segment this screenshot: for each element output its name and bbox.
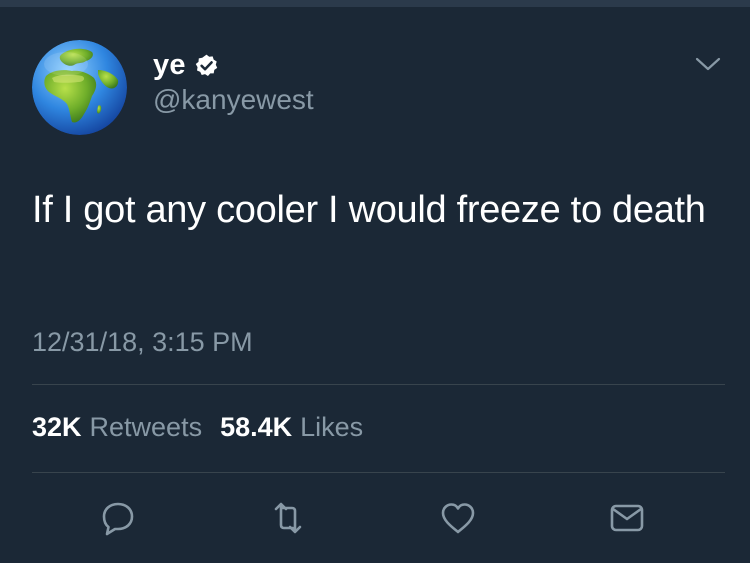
username-handle[interactable]: @kanyewest [153, 84, 314, 116]
avatar[interactable] [32, 40, 127, 135]
reply-icon [102, 502, 134, 536]
retweet-label: Retweets [89, 412, 203, 442]
direct-message-button[interactable] [607, 498, 647, 538]
top-bar [0, 0, 750, 7]
retweet-button[interactable] [268, 498, 308, 538]
heart-icon [441, 503, 475, 534]
like-label: Likes [300, 412, 364, 442]
display-name[interactable]: ye [153, 49, 186, 82]
verified-badge-icon [194, 53, 219, 78]
divider [32, 384, 725, 385]
globe-africa-europe-icon [32, 40, 127, 135]
like-count: 58.4K [220, 412, 293, 442]
reply-button[interactable] [98, 498, 138, 538]
divider [32, 472, 725, 473]
like-stat[interactable]: 58.4K Likes [220, 412, 363, 443]
retweet-stat[interactable]: 32K Retweets [32, 412, 202, 443]
tweet-timestamp[interactable]: 12/31/18, 3:15 PM [32, 327, 253, 358]
retweet-icon [274, 502, 302, 534]
retweet-count: 32K [32, 412, 82, 442]
chevron-down-icon[interactable] [695, 55, 721, 73]
like-button[interactable] [438, 498, 478, 538]
author-name-row: ye [153, 47, 219, 83]
tweet-text: If I got any cooler I would freeze to de… [32, 189, 706, 231]
mail-icon [610, 504, 644, 532]
engagement-stats: 32K Retweets 58.4K Likes [32, 412, 363, 443]
